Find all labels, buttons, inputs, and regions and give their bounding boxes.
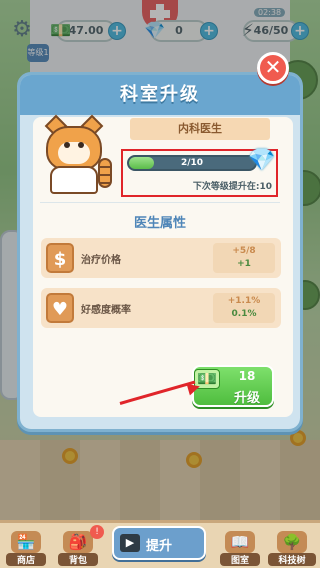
- upgrade-label: 升级: [233, 391, 260, 406]
- shop-icon: 🏪: [11, 531, 41, 553]
- doctor-cat-avatar: [36, 114, 118, 194]
- attribute-label: 治疗价格: [81, 255, 121, 266]
- progress-text: 2/10: [180, 158, 204, 168]
- tree-icon: 🌳: [277, 531, 307, 553]
- upgrade-button[interactable]: 💵 18 升级: [192, 365, 274, 407]
- modal-title: 科室升级: [20, 75, 300, 115]
- divider: [40, 202, 280, 203]
- attribute-value: +5/8: [232, 246, 256, 256]
- level-progress-bar: 2/10: [127, 155, 257, 171]
- book-icon: 📖: [225, 531, 255, 553]
- bag-icon: 🎒: [63, 531, 93, 553]
- close-button[interactable]: ✕: [257, 52, 289, 84]
- diamond-icon: 💎: [248, 148, 276, 173]
- heart-icon: ♥: [46, 293, 74, 323]
- nav-tech[interactable]: 🌳 科技树: [268, 531, 316, 567]
- nav-label: 商店: [6, 553, 46, 566]
- nav-label: 背包: [58, 553, 98, 566]
- attribute-value-box: +5/8 +1: [213, 243, 275, 273]
- promote-label: 提升: [146, 539, 173, 554]
- dollar-icon: $: [46, 243, 74, 273]
- video-icon: ▶: [120, 534, 140, 552]
- attribute-delta: +1: [237, 259, 251, 269]
- next-level-text: 下次等级提升在:10: [192, 182, 272, 192]
- nav-bag[interactable]: 🎒 背包 !: [58, 525, 104, 567]
- attribute-value-box: +1.1% 0.1%: [213, 293, 275, 323]
- attribute-delta: 0.1%: [231, 309, 257, 319]
- nav-atlas[interactable]: 📖 图室: [220, 531, 260, 567]
- nav-shop[interactable]: 🏪 商店: [6, 531, 46, 567]
- attribute-row-price: $ 治疗价格 +5/8 +1: [41, 238, 281, 278]
- attribute-row-favor: ♥ 好感度概率 +1.1% 0.1%: [41, 288, 281, 328]
- notification-badge: !: [90, 525, 104, 539]
- nav-label: 图室: [220, 553, 260, 566]
- doctor-name-ribbon: 内科医生: [130, 118, 270, 140]
- upgrade-cost: 18: [238, 369, 256, 383]
- promote-button[interactable]: ▶ 提升: [112, 526, 206, 560]
- section-title: 医生属性: [133, 216, 186, 231]
- nav-label: 科技树: [268, 553, 316, 566]
- attribute-label: 好感度概率: [81, 305, 131, 316]
- attribute-value: +1.1%: [227, 296, 261, 306]
